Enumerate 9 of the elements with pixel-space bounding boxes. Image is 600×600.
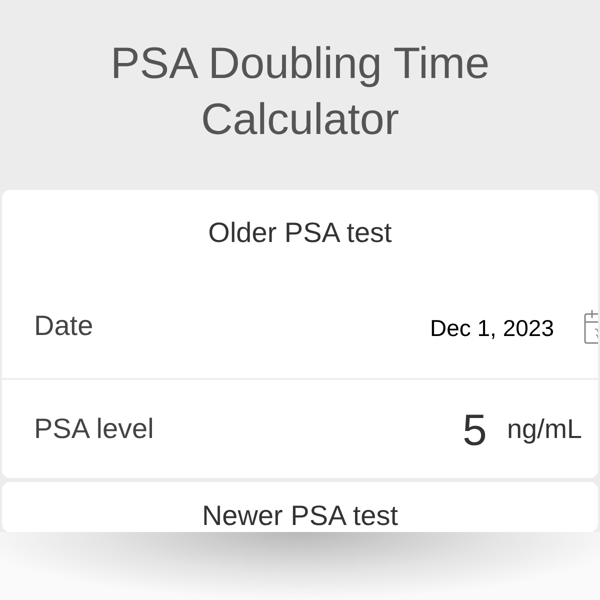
calendar-icon[interactable] bbox=[584, 308, 598, 344]
unit-label: ng/mL bbox=[506, 414, 582, 444]
psa-input[interactable]: 5 bbox=[462, 406, 487, 456]
date-field[interactable]: Dec 1, 2023 bbox=[430, 314, 554, 342]
section-heading: Older PSA test bbox=[207, 216, 393, 250]
section-heading: Newer PSA test bbox=[200, 499, 400, 532]
field-label: PSA level bbox=[34, 413, 155, 445]
field-label: Date bbox=[34, 310, 94, 342]
calculator-title: PSA Doubling Time Calculator bbox=[109, 38, 491, 146]
